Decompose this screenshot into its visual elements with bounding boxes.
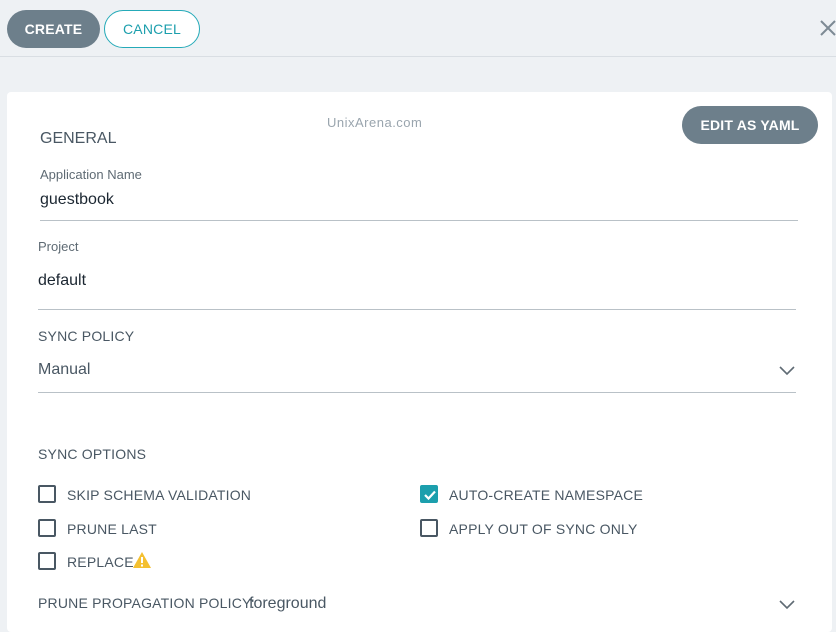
chevron-down-icon[interactable] xyxy=(779,366,795,376)
create-button[interactable]: CREATE xyxy=(7,10,100,48)
replace-label: REPLACE xyxy=(67,554,134,570)
watermark: UnixArena.com xyxy=(327,115,423,130)
project-input[interactable]: default xyxy=(38,272,86,290)
project-label: Project xyxy=(38,239,79,254)
close-icon[interactable] xyxy=(818,18,836,38)
chevron-down-icon[interactable] xyxy=(779,600,795,610)
apply-out-of-sync-only-label: APPLY OUT OF SYNC ONLY xyxy=(449,521,638,537)
application-name-label: Application Name xyxy=(40,167,142,182)
sync-options-title: SYNC OPTIONS xyxy=(38,446,147,462)
checkmark-icon xyxy=(424,490,436,501)
top-toolbar: CREATE CANCEL xyxy=(0,0,836,57)
application-form-card: EDIT AS YAML UnixArena.com GENERAL Appli… xyxy=(7,92,832,632)
replace-checkbox[interactable] xyxy=(38,552,56,570)
apply-out-of-sync-only-checkbox[interactable] xyxy=(420,519,438,537)
auto-create-namespace-checkbox[interactable] xyxy=(420,485,438,503)
auto-create-namespace-label: AUTO-CREATE NAMESPACE xyxy=(449,487,644,503)
project-underline xyxy=(38,309,796,310)
application-name-input[interactable]: guestbook xyxy=(40,191,114,209)
prune-propagation-policy-label: PRUNE PROPAGATION POLICY: xyxy=(38,595,255,611)
warning-icon[interactable] xyxy=(132,551,152,569)
skip-schema-validation-label: SKIP SCHEMA VALIDATION xyxy=(67,487,252,503)
skip-schema-validation-checkbox[interactable] xyxy=(38,485,56,503)
sync-policy-label: SYNC POLICY xyxy=(38,328,135,344)
sync-policy-select[interactable]: Manual xyxy=(38,361,90,379)
prune-last-label: PRUNE LAST xyxy=(67,521,157,537)
prune-last-checkbox[interactable] xyxy=(38,519,56,537)
application-name-underline xyxy=(40,220,798,221)
prune-propagation-policy-select[interactable]: foreground xyxy=(249,595,326,613)
section-title-general: GENERAL xyxy=(40,130,117,147)
sync-policy-underline xyxy=(38,392,796,393)
cancel-button[interactable]: CANCEL xyxy=(104,10,200,48)
edit-as-yaml-button[interactable]: EDIT AS YAML xyxy=(682,106,818,144)
